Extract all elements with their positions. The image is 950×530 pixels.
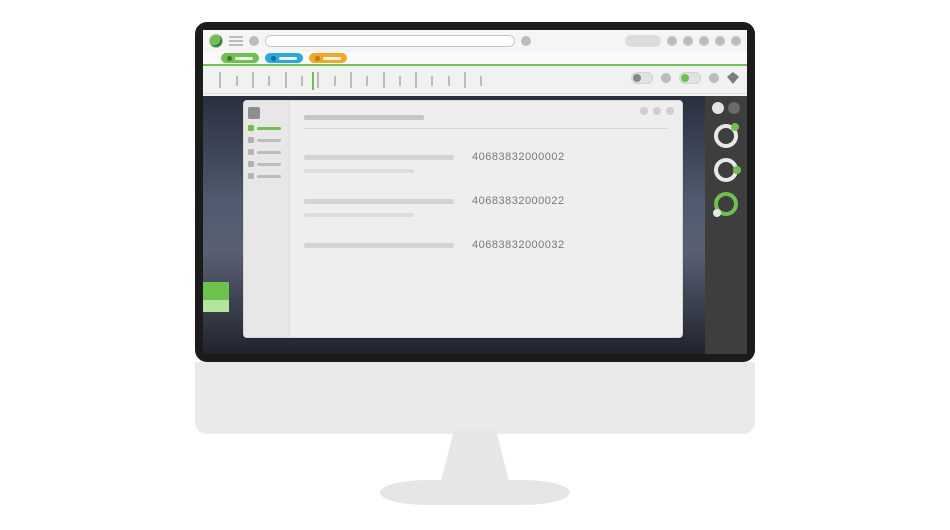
tag-blue[interactable] xyxy=(265,53,303,63)
monitor-frame: 40683832000002 40683832000022 4068383200… xyxy=(195,22,755,362)
avatar-icon[interactable] xyxy=(667,36,677,46)
tag-green[interactable] xyxy=(221,53,259,63)
location-pin-icon[interactable] xyxy=(727,72,739,84)
app-logo-icon xyxy=(209,34,223,48)
ruler-toggle[interactable] xyxy=(631,72,653,84)
monitor-stand-base xyxy=(380,480,570,505)
ruler-tick xyxy=(431,76,433,86)
right-sidebar xyxy=(705,96,747,354)
row-value: 40683832000002 xyxy=(472,151,565,163)
ruler-tick xyxy=(334,76,336,86)
modal-nav-item[interactable] xyxy=(248,161,285,167)
data-row: 40683832000002 xyxy=(304,151,668,163)
avatar-icon[interactable] xyxy=(699,36,709,46)
ruler-tick xyxy=(415,72,417,88)
side-marker[interactable] xyxy=(203,282,229,300)
toolbar-pill[interactable] xyxy=(625,35,661,47)
ruler-tick xyxy=(301,76,303,86)
ruler-tick xyxy=(236,76,238,86)
search-input[interactable] xyxy=(265,35,515,47)
monitor-stand-neck xyxy=(440,430,510,485)
ruler-tick xyxy=(285,72,287,88)
ruler-tick xyxy=(268,76,270,86)
ruler-dot-icon xyxy=(661,73,671,83)
modal-sidebar xyxy=(244,101,290,337)
toolbar-dot-icon[interactable] xyxy=(521,36,531,46)
toolbar-dot-icon xyxy=(249,36,259,46)
ruler-dot-icon xyxy=(709,73,719,83)
ruler-tick xyxy=(448,76,450,86)
modal-nav-item[interactable] xyxy=(248,173,285,179)
row-label xyxy=(304,155,454,160)
tag-row xyxy=(203,52,747,66)
rail-mode-dots[interactable] xyxy=(712,102,740,114)
ruler-tick xyxy=(464,72,466,88)
ruler-tick xyxy=(366,76,368,86)
row-subline xyxy=(304,169,414,173)
ruler-tick xyxy=(252,72,254,88)
modal-side-header-icon xyxy=(248,107,260,119)
modal-nav-item[interactable] xyxy=(248,137,285,143)
row-label xyxy=(304,199,454,204)
ruler-tick xyxy=(383,72,385,88)
row-value: 40683832000022 xyxy=(472,195,565,207)
monitor-bezel xyxy=(195,362,755,434)
ruler-tick xyxy=(399,76,401,86)
menu-icon[interactable] xyxy=(229,36,243,46)
window-controls[interactable] xyxy=(640,107,674,115)
ruler-tick xyxy=(317,72,319,88)
modal-content: 40683832000002 40683832000022 4068383200… xyxy=(290,101,682,337)
modal-nav-item[interactable] xyxy=(248,125,285,131)
ruler-tick xyxy=(480,76,482,86)
ruler-toggle[interactable] xyxy=(679,72,701,84)
ruler-tick xyxy=(350,72,352,88)
ring-button-2[interactable] xyxy=(714,158,738,182)
toolbar-right-group xyxy=(625,35,741,47)
avatar-icon[interactable] xyxy=(731,36,741,46)
ruler-playhead[interactable] xyxy=(312,72,314,90)
avatar-icon[interactable] xyxy=(715,36,725,46)
avatar-icon[interactable] xyxy=(683,36,693,46)
side-marker xyxy=(203,300,229,312)
modal-nav-item[interactable] xyxy=(248,149,285,155)
modal-window: 40683832000002 40683832000022 4068383200… xyxy=(243,100,683,338)
row-subline xyxy=(304,213,414,217)
ring-button-3[interactable] xyxy=(714,192,738,216)
ring-button-1[interactable] xyxy=(714,124,738,148)
modal-title xyxy=(304,115,424,120)
data-row: 40683832000032 xyxy=(304,239,668,251)
timeline-ruler[interactable] xyxy=(203,66,747,94)
row-value: 40683832000032 xyxy=(472,239,565,251)
ruler-tick xyxy=(219,72,221,88)
top-toolbar xyxy=(203,30,747,52)
row-label xyxy=(304,243,454,248)
data-row: 40683832000022 xyxy=(304,195,668,207)
screen: 40683832000002 40683832000022 4068383200… xyxy=(203,30,747,354)
tag-orange[interactable] xyxy=(309,53,347,63)
